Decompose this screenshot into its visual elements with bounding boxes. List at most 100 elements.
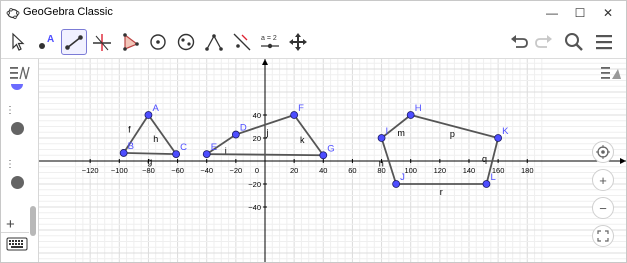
x-tick-label: 20 <box>290 166 298 175</box>
standard-view-button[interactable] <box>592 141 614 163</box>
add-input-button[interactable]: + <box>6 216 15 233</box>
angle-icon <box>205 34 223 51</box>
x-tick-label: 140 <box>463 166 476 175</box>
segment-label-h: h <box>153 134 158 144</box>
minimize-button[interactable]: — <box>543 4 561 22</box>
segment-label-l: l <box>264 158 266 168</box>
algebra-item-visibility[interactable] <box>11 176 24 189</box>
graphics-view[interactable]: −120 −100 −80 −60 −40 −20 0 20 40 60 80 100 120 140 16… <box>39 59 626 262</box>
point-C <box>172 150 181 158</box>
redo-icon <box>535 35 552 48</box>
x-tick-label: −100 <box>111 166 128 175</box>
x-tick-label: 60 <box>348 166 356 175</box>
polygon-icon <box>123 33 139 51</box>
close-button[interactable]: ✕ <box>599 4 617 22</box>
segment-label-p: p <box>450 129 455 139</box>
segment-label-n: n <box>379 158 384 168</box>
algebra-scrollbar[interactable] <box>30 206 36 236</box>
window-title: GeoGebra Classic <box>23 6 113 18</box>
y-tick-label: −40 <box>248 203 261 212</box>
y-tick-label: −20 <box>248 180 261 189</box>
graphics-style-bar-icon[interactable] <box>599 63 623 83</box>
target-home-icon <box>596 145 610 159</box>
segment-label-j: j <box>266 127 269 137</box>
slider-tool[interactable]: a = 2 <box>257 29 283 55</box>
algebra-item-visibility[interactable] <box>11 122 24 135</box>
point-I <box>377 134 386 142</box>
ellipse-tool[interactable] <box>173 29 199 55</box>
slider-label: a = 2 <box>261 35 277 42</box>
point-K <box>494 134 503 142</box>
point-H <box>406 111 415 119</box>
point-E <box>202 150 211 158</box>
perpendicular-line-icon <box>93 34 111 51</box>
geogebra-window: GeoGebra Classic — ☐ ✕ A a = 2 ⋮ ⋮ + −12… <box>0 0 627 263</box>
point-tool[interactable]: A <box>33 29 59 55</box>
undo-icon <box>511 35 528 48</box>
point-label-D: D <box>240 123 247 134</box>
point-F <box>290 111 299 119</box>
point-label-J: J <box>400 172 405 183</box>
x-tick-label: 100 <box>404 166 417 175</box>
x-tick-label: −80 <box>142 166 155 175</box>
keyboard-icon[interactable] <box>6 237 28 251</box>
algebra-style-bar-icon[interactable] <box>8 63 32 83</box>
point-label-C: C <box>180 142 187 153</box>
move-tool[interactable] <box>5 29 31 55</box>
move-graphics-tool[interactable] <box>285 29 311 55</box>
divider <box>1 232 29 233</box>
y-tick-label: 20 <box>253 134 261 143</box>
point-label-H: H <box>415 103 422 114</box>
reflect-tool[interactable] <box>229 29 255 55</box>
point-G <box>319 151 328 160</box>
segment-label-k: k <box>300 135 305 145</box>
polygon-tool[interactable] <box>117 29 143 55</box>
segment-label-m: m <box>397 128 405 138</box>
undo-button[interactable] <box>506 29 532 55</box>
angle-tool[interactable] <box>201 29 227 55</box>
toolbar: A a = 2 <box>1 26 626 59</box>
ellipse-icon <box>177 33 195 51</box>
maximize-button[interactable]: ☐ <box>571 4 589 22</box>
point-label-K: K <box>502 126 509 137</box>
point-label-I: I <box>386 126 389 137</box>
x-tick-label: −60 <box>171 166 184 175</box>
circle-tool[interactable] <box>145 29 171 55</box>
fullscreen-button[interactable] <box>592 225 614 247</box>
point-label-E: E <box>211 142 217 153</box>
menu-button[interactable] <box>591 29 617 55</box>
zoom-out-button[interactable]: − <box>592 197 614 219</box>
zoom-in-button[interactable]: + <box>592 169 614 191</box>
algebra-item-dots[interactable]: ⋮ <box>5 105 15 116</box>
x-tick-label: 120 <box>434 166 447 175</box>
algebra-item-partial[interactable] <box>11 84 25 91</box>
slider-icon: a = 2 <box>261 35 279 49</box>
reflect-line-icon <box>233 33 251 51</box>
svg-text:A: A <box>47 34 54 45</box>
redo-button[interactable] <box>531 29 557 55</box>
arrow-cursor-icon <box>12 32 25 51</box>
point-J <box>392 180 401 188</box>
segment-g <box>123 152 177 155</box>
point-label-B: B <box>128 141 134 152</box>
point-label-A: A <box>152 103 159 114</box>
x-axis-arrow <box>620 158 626 164</box>
segment-tool[interactable] <box>61 29 87 55</box>
x-tick-label: −40 <box>200 166 213 175</box>
algebra-item-dots[interactable]: ⋮ <box>5 159 15 170</box>
hamburger-menu-icon <box>596 35 612 50</box>
move-graphics-icon <box>289 33 307 51</box>
x-tick-label: −20 <box>229 166 242 175</box>
x-tick-label: 180 <box>521 166 534 175</box>
title-bar: GeoGebra Classic — ☐ ✕ <box>1 1 626 25</box>
segment-label-g: g <box>147 157 152 167</box>
coordinate-plane[interactable]: −120 −100 −80 −60 −40 −20 0 20 40 60 80 100 120 140 16… <box>39 59 626 262</box>
point-L <box>482 180 491 188</box>
perpendicular-tool[interactable] <box>89 29 115 55</box>
point-label-L: L <box>490 172 495 183</box>
point-label-G: G <box>327 143 334 154</box>
algebra-view: ⋮ ⋮ + <box>1 59 39 262</box>
segment-label-r: r <box>440 187 443 197</box>
search-button[interactable] <box>561 29 587 55</box>
search-icon <box>565 33 583 51</box>
